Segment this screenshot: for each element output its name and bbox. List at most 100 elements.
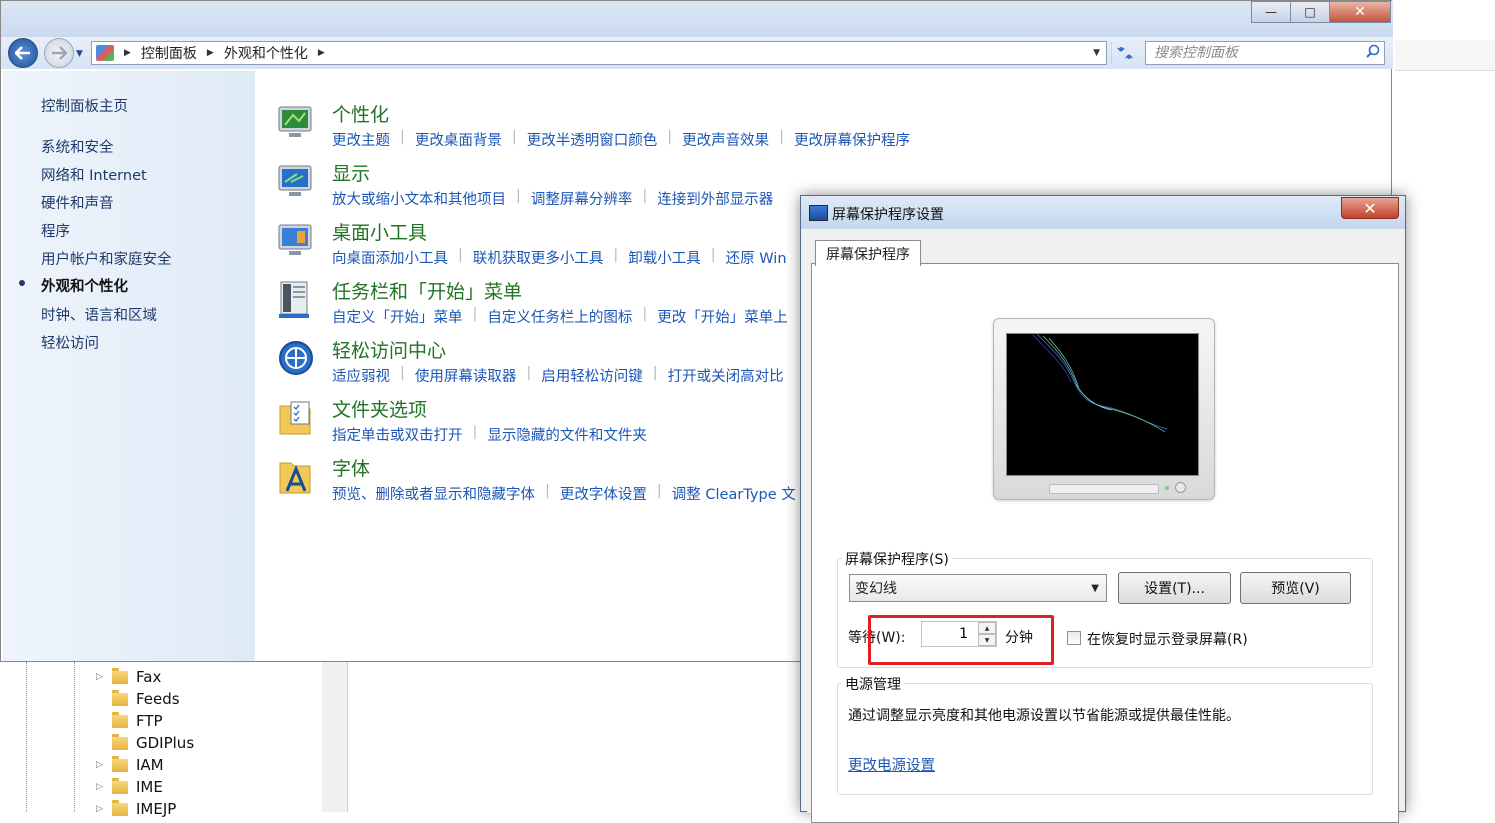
- category-title[interactable]: 字体: [332, 454, 370, 481]
- tree-item-fax[interactable]: ▷ Fax: [96, 666, 161, 688]
- category-title[interactable]: 桌面小工具: [332, 218, 427, 245]
- category-links: 向桌面添加小工具 | 联机获取更多小工具 | 卸载小工具 | 还原 Win: [332, 247, 787, 268]
- breadcrumb-arrow-icon[interactable]: ▶: [318, 48, 325, 58]
- nav-link-ease-of-access[interactable]: 轻松访问: [41, 332, 99, 353]
- tree-item-feeds[interactable]: Feeds: [96, 688, 180, 710]
- nav-link-programs[interactable]: 程序: [41, 220, 70, 241]
- tab-screensaver[interactable]: 屏幕保护程序: [815, 240, 921, 266]
- back-button[interactable]: [8, 38, 38, 68]
- link-separator: |: [710, 247, 716, 263]
- folder-options-icon[interactable]: [277, 398, 315, 438]
- link-change-background[interactable]: 更改桌面背景: [415, 129, 502, 150]
- expand-icon[interactable]: ▷: [96, 760, 106, 770]
- tree-item-ime[interactable]: ▷ IME: [96, 776, 163, 798]
- breadcrumb-arrow-icon[interactable]: ▶: [124, 48, 131, 58]
- link-separator: |: [667, 129, 673, 145]
- tree-item-label: IAM: [136, 756, 164, 774]
- nav-link-user-accounts[interactable]: 用户帐户和家庭安全: [41, 248, 172, 269]
- tree-item-iam[interactable]: ▷ IAM: [96, 754, 164, 776]
- nav-link-appearance-current[interactable]: 外观和个性化: [41, 275, 128, 296]
- nav-link-hardware-sound[interactable]: 硬件和声音: [41, 192, 114, 213]
- screensaver-select[interactable]: 变幻线 ▼: [849, 574, 1107, 602]
- screensaver-preview-button[interactable]: 预览(V): [1240, 572, 1351, 604]
- resume-logon-label[interactable]: 在恢复时显示登录屏幕(R): [1087, 629, 1248, 649]
- link-change-window-color[interactable]: 更改半透明窗口颜色: [527, 129, 658, 150]
- refresh-button[interactable]: [1111, 42, 1138, 64]
- close-button[interactable]: ✕: [1329, 1, 1391, 23]
- link-screen-reader[interactable]: 使用屏幕读取器: [415, 365, 517, 386]
- maximize-button[interactable]: □: [1290, 1, 1330, 23]
- folder-icon: [112, 755, 128, 772]
- link-customize-taskbar-icons[interactable]: 自定义任务栏上的图标: [487, 306, 632, 327]
- link-text-size[interactable]: 放大或缩小文本和其他项目: [332, 188, 506, 209]
- link-single-double-click[interactable]: 指定单击或双击打开: [332, 424, 463, 445]
- link-screen-resolution[interactable]: 调整屏幕分辨率: [531, 188, 633, 209]
- minimize-button[interactable]: —: [1251, 1, 1291, 23]
- breadcrumb-appearance[interactable]: 外观和个性化: [224, 43, 308, 63]
- link-uninstall-gadget[interactable]: 卸载小工具: [628, 247, 701, 268]
- link-low-vision[interactable]: 适应弱视: [332, 365, 390, 386]
- link-customize-start-menu[interactable]: 自定义「开始」菜单: [332, 306, 463, 327]
- tree-item-ftp[interactable]: FTP: [96, 710, 163, 732]
- tree-item-label: FTP: [136, 712, 163, 730]
- chevron-down-icon[interactable]: ▼: [1091, 583, 1099, 594]
- tree-item-gdiplus[interactable]: GDIPlus: [96, 732, 194, 754]
- change-power-settings-link[interactable]: 更改电源设置: [848, 754, 935, 775]
- expand-icon[interactable]: ▷: [96, 672, 106, 682]
- link-separator: |: [400, 129, 405, 145]
- address-bar[interactable]: ▶ 控制面板 ▶ 外观和个性化 ▶ ▼: [91, 41, 1107, 65]
- link-high-contrast[interactable]: 打开或关闭高对比: [668, 365, 784, 386]
- category-links: 放大或缩小文本和其他项目 | 调整屏幕分辨率 | 连接到外部显示器: [332, 188, 773, 209]
- tree-item-imejp[interactable]: ▷ IMEJP: [96, 798, 176, 820]
- ease-of-access-icon[interactable]: [277, 339, 315, 379]
- expand-icon[interactable]: ▷: [96, 804, 106, 814]
- link-add-gadgets[interactable]: 向桌面添加小工具: [332, 247, 448, 268]
- link-separator: |: [642, 188, 648, 204]
- back-arrow-icon: [15, 46, 30, 60]
- dialog-close-button[interactable]: ✕: [1341, 197, 1399, 219]
- window-titlebar[interactable]: [1, 1, 1393, 39]
- category-title[interactable]: 任务栏和「开始」菜单: [332, 277, 522, 304]
- link-change-sounds[interactable]: 更改声音效果: [682, 129, 769, 150]
- expand-icon[interactable]: ▷: [96, 782, 106, 792]
- search-input[interactable]: [1146, 44, 1362, 62]
- nav-link-home[interactable]: 控制面板主页: [41, 95, 128, 116]
- background-right-area: [1395, 0, 1495, 812]
- category-title[interactable]: 个性化: [332, 100, 389, 127]
- breadcrumb-arrow-icon[interactable]: ▶: [207, 48, 214, 58]
- link-separator: |: [511, 129, 517, 145]
- taskbar-icon[interactable]: [277, 280, 315, 320]
- category-title[interactable]: 轻松访问中心: [332, 336, 446, 363]
- link-preview-fonts[interactable]: 预览、删除或者显示和隐藏字体: [332, 483, 535, 504]
- search-icon[interactable]: [1362, 44, 1384, 62]
- link-change-theme[interactable]: 更改主题: [332, 129, 390, 150]
- category-title[interactable]: 显示: [332, 159, 370, 186]
- recent-pages-dropdown-icon[interactable]: ▼: [76, 49, 83, 59]
- link-show-hidden-files[interactable]: 显示隐藏的文件和文件夹: [487, 424, 647, 445]
- link-restore-gadgets[interactable]: 还原 Win: [726, 247, 787, 268]
- gadgets-icon[interactable]: [277, 221, 315, 261]
- link-more-gadgets-online[interactable]: 联机获取更多小工具: [473, 247, 604, 268]
- nav-link-system-security[interactable]: 系统和安全: [41, 136, 114, 157]
- fonts-icon[interactable]: [277, 457, 315, 497]
- link-change-screensaver[interactable]: 更改屏幕保护程序: [794, 129, 910, 150]
- nav-link-network[interactable]: 网络和 Internet: [41, 164, 147, 185]
- resume-logon-checkbox[interactable]: [1067, 631, 1081, 645]
- link-external-display[interactable]: 连接到外部显示器: [657, 188, 773, 209]
- address-dropdown-icon[interactable]: ▼: [1093, 48, 1100, 58]
- registry-tree-pane: ▷ Fax Feeds FTP GDIPlus ▷ IAM ▷ IME ▷ IMEJP: [0, 662, 323, 818]
- category-title[interactable]: 文件夹选项: [332, 395, 427, 422]
- screensaver-settings-button[interactable]: 设置(T)...: [1118, 572, 1231, 604]
- link-accessibility-keys[interactable]: 启用轻松访问键: [541, 365, 643, 386]
- link-change-start-menu[interactable]: 更改「开始」菜单上: [657, 306, 788, 327]
- link-cleartype[interactable]: 调整 ClearType 文: [672, 483, 796, 504]
- display-icon[interactable]: [277, 162, 315, 202]
- search-box[interactable]: [1145, 41, 1385, 65]
- folder-icon: [112, 689, 128, 706]
- nav-link-clock-language[interactable]: 时钟、语言和区域: [41, 304, 157, 325]
- link-font-settings[interactable]: 更改字体设置: [560, 483, 647, 504]
- breadcrumb-control-panel[interactable]: 控制面板: [141, 43, 197, 63]
- personalization-icon[interactable]: [277, 103, 315, 143]
- tree-line: [26, 662, 27, 812]
- forward-button[interactable]: [44, 38, 74, 68]
